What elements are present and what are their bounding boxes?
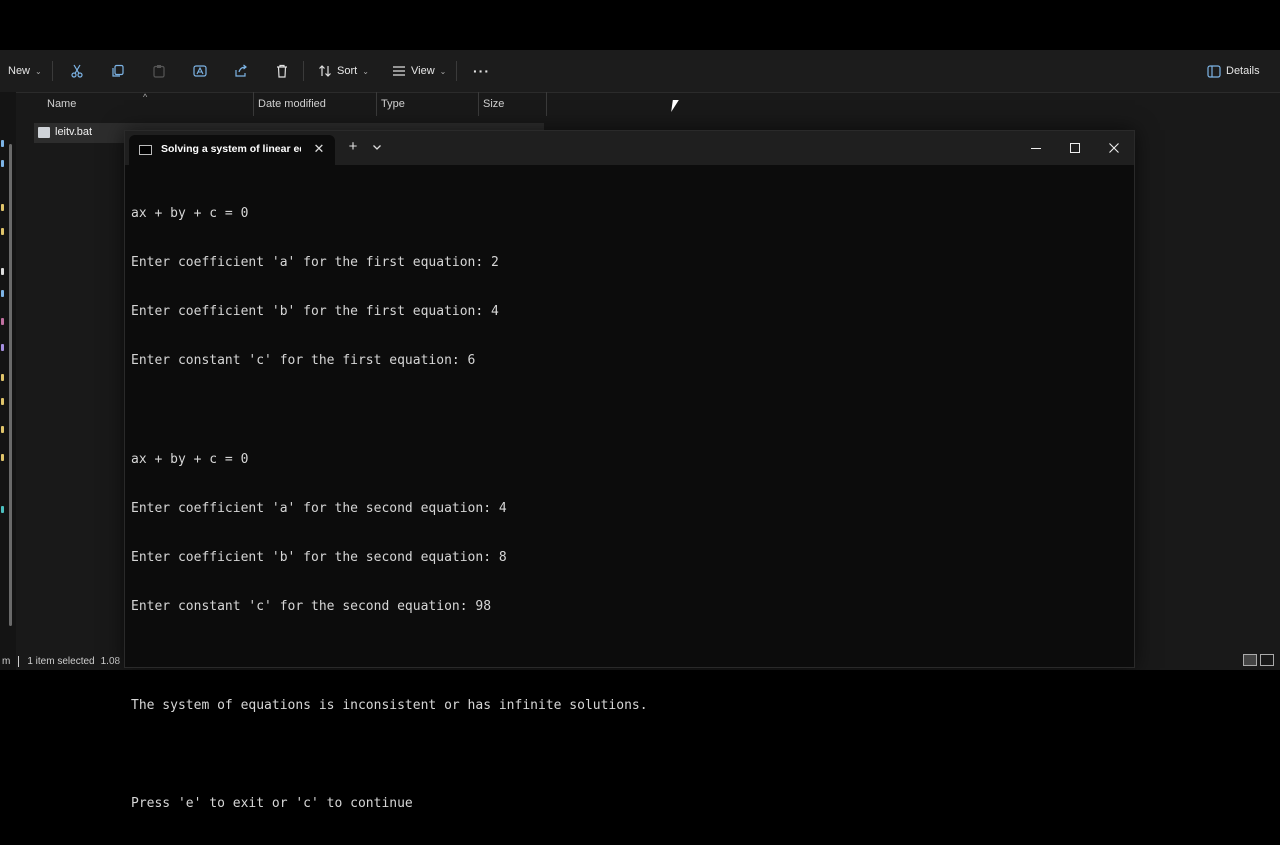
sort-ascending-icon: ^ [143,92,148,102]
chevron-down-icon: ⌄ [439,66,447,76]
terminal-line: Enter coefficient 'b' for the first equa… [131,304,499,320]
minimize-button[interactable] [1016,131,1056,165]
column-headers: Name ^ Date modified Type Size [16,92,1280,116]
chevron-down-icon: ⌄ [362,66,369,76]
sort-button-label: Sort [337,65,358,77]
status-items-count: m [2,655,11,667]
terminal-window: Solving a system of linear equ ✕ + ax + … [124,130,1135,811]
terminal-line: Enter constant 'c' for the first equatio… [131,353,476,369]
rename-button[interactable] [193,50,207,92]
terminal-line: The system of equations is inconsistent … [131,697,648,713]
paste-button[interactable] [152,50,166,92]
column-header-type-label: Type [381,98,405,110]
rename-icon [193,65,207,77]
file-name: leitv.bat [55,126,93,138]
details-button-label: Details [1226,65,1260,77]
minimize-icon [1031,148,1041,149]
sort-button[interactable]: Sort ⌄ [318,50,369,92]
paste-icon [153,65,165,78]
explorer-toolbar: New ⌄ Sort ⌄ View ⌄ ··· Details [0,50,1280,93]
sort-icon [319,65,331,77]
nav-scrollbar[interactable] [9,144,12,626]
terminal-line: Enter coefficient 'b' for the second equ… [131,550,507,566]
batch-file-icon [38,127,50,138]
copy-icon [112,64,124,77]
share-button[interactable] [234,50,248,92]
details-button[interactable]: Details [1207,50,1260,92]
column-header-size[interactable]: Size [483,92,504,116]
share-icon [235,64,247,77]
cut-button[interactable] [70,50,84,92]
delete-button[interactable] [275,50,289,92]
mouse-cursor-icon [671,100,685,112]
chevron-down-icon [373,145,381,150]
terminal-line: Enter coefficient 'a' for the first equa… [131,255,499,271]
tab-dropdown-button[interactable] [371,140,387,154]
trash-icon [277,64,287,78]
terminal-line: ax + by + c = 0 [131,451,249,467]
view-button-label: View [411,65,435,77]
terminal-line: Enter coefficient 'a' for the second equ… [131,501,507,517]
details-pane-icon [1207,64,1221,78]
column-header-type[interactable]: Type [381,92,405,116]
column-header-size-label: Size [483,98,505,110]
close-button[interactable] [1094,131,1134,165]
column-header-date-label: Date modified [258,98,326,110]
tiles-view-icon[interactable] [1260,654,1274,666]
more-options-button[interactable]: ··· [473,50,490,92]
terminal-titlebar[interactable]: Solving a system of linear equ ✕ + [125,131,1134,165]
layout-toggle [1243,654,1274,666]
terminal-tab[interactable]: Solving a system of linear equ ✕ [129,135,335,165]
more-icon: ··· [473,63,490,79]
close-icon [1109,143,1119,153]
view-icon [393,66,405,76]
details-view-icon[interactable] [1243,654,1257,666]
column-header-name[interactable]: Name [47,92,76,116]
tab-title: Solving a system of linear equ [161,143,301,155]
terminal-output[interactable]: ax + by + c = 0 Enter coefficient 'a' fo… [131,173,1121,845]
new-button-label: New [8,65,31,77]
copy-button[interactable] [111,50,125,92]
new-tab-button[interactable]: + [343,139,363,155]
view-button[interactable]: View ⌄ [392,50,446,92]
new-button[interactable]: New ⌄ [8,50,42,92]
chevron-down-icon: ⌄ [35,66,42,76]
status-size: 1.08 [100,655,121,667]
column-header-date[interactable]: Date modified [258,92,326,116]
status-selected: 1 item selected [27,655,95,667]
tab-close-icon[interactable]: ✕ [311,141,327,157]
terminal-line: ax + by + c = 0 [131,205,249,221]
maximize-icon [1070,143,1080,153]
maximize-button[interactable] [1055,131,1095,165]
terminal-line: Press 'e' to exit or 'c' to continue [131,796,413,812]
column-header-name-label: Name [47,98,77,110]
cut-icon [71,64,83,78]
navigation-pane [0,92,16,670]
terminal-line: Enter constant 'c' for the second equati… [131,599,492,615]
terminal-icon [139,145,152,155]
